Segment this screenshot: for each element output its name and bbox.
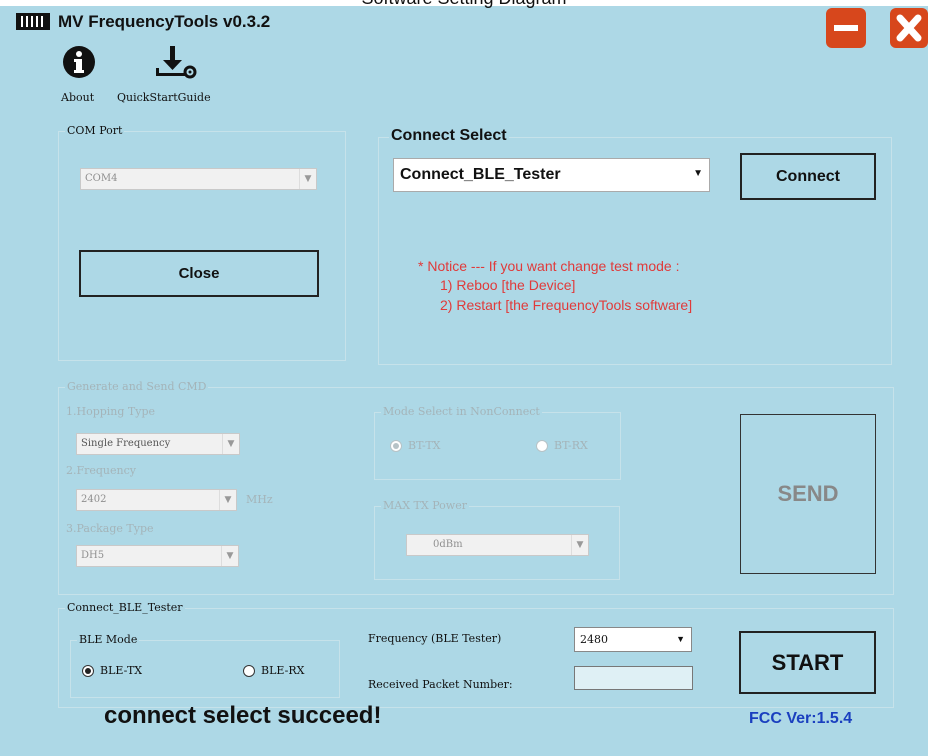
frequency-select[interactable]: 2402 ▼ — [76, 489, 237, 511]
bt-rx-radio[interactable]: BT-RX — [536, 439, 588, 452]
chevron-down-icon: ▼ — [693, 168, 703, 179]
com-port-group-label: COM Port — [65, 124, 125, 137]
minimize-icon — [834, 25, 858, 31]
ble-frequency-value: 2480 — [580, 633, 608, 646]
bt-tx-label: BT-TX — [408, 439, 441, 452]
radio-dot — [243, 664, 255, 677]
ble-tester-group-label: Connect_BLE_Tester — [65, 601, 185, 614]
ble-rx-label: BLE-RX — [261, 664, 305, 677]
package-type-select[interactable]: DH5 ▼ — [76, 545, 239, 567]
package-type-value: DH5 — [81, 550, 105, 561]
notice-line-1: * Notice --- If you want change test mod… — [418, 258, 680, 274]
frequency-unit: MHz — [246, 493, 273, 506]
connect-select-group-label: Connect Select — [389, 127, 509, 145]
radio-dot — [536, 439, 548, 452]
notice-line-2: 1) Reboo [the Device] — [440, 277, 576, 293]
chevron-down-icon: ▼ — [299, 169, 316, 189]
chevron-down-icon: ▼ — [221, 546, 238, 566]
chevron-down-icon: ▼ — [219, 490, 236, 510]
figure-caption: Software Setting Diagram — [0, 0, 928, 9]
received-packet-field[interactable] — [574, 666, 693, 690]
close-window-button[interactable] — [890, 8, 928, 48]
minimize-button[interactable] — [826, 8, 866, 48]
chevron-down-icon: ▼ — [571, 535, 588, 555]
package-type-label: 3.Package Type — [66, 522, 154, 535]
window-title: MV FrequencyTools v0.3.2 — [58, 12, 271, 31]
hopping-type-value: Single Frequency — [81, 438, 171, 449]
notice-line-3: 2) Restart [the FrequencyTools software] — [440, 297, 693, 313]
radio-dot — [82, 664, 94, 677]
connect-mode-select[interactable]: Connect_BLE_Tester ▼ — [393, 158, 710, 192]
ble-rx-radio[interactable]: BLE-RX — [243, 664, 304, 677]
hopping-type-label: 1.Hopping Type — [66, 405, 156, 418]
max-tx-power-group-label: MAX TX Power — [381, 499, 469, 512]
ble-tx-label: BLE-TX — [100, 664, 143, 677]
com-port-group: COM Port — [58, 124, 346, 361]
connect-mode-value: Connect_BLE_Tester — [400, 166, 561, 183]
tx-power-select[interactable]: 0dBm ▼ — [406, 534, 589, 556]
chevron-down-icon: ▼ — [222, 434, 239, 454]
frequency-label: 2.Frequency — [66, 464, 136, 477]
bt-rx-label: BT-RX — [554, 439, 588, 452]
hopping-type-select[interactable]: Single Frequency ▼ — [76, 433, 240, 455]
ble-tx-radio[interactable]: BLE-TX — [82, 664, 142, 677]
close-port-button[interactable]: Close — [79, 250, 319, 297]
send-button[interactable]: SEND — [740, 414, 876, 574]
about-button[interactable] — [62, 44, 96, 80]
ble-frequency-select[interactable]: 2480 ▼ — [574, 627, 692, 652]
app-window: MV FrequencyTools v0.3.2 About QuickStar… — [0, 6, 928, 756]
close-icon — [896, 14, 922, 42]
app-logo-icon — [16, 13, 50, 30]
ble-frequency-label: Frequency (BLE Tester) — [368, 632, 502, 645]
download-settings-icon — [156, 46, 197, 79]
received-packet-label: Received Packet Number: — [368, 678, 513, 691]
com-port-select[interactable]: COM4 ▼ — [80, 168, 317, 190]
quickstart-button[interactable] — [150, 44, 200, 82]
connect-button[interactable]: Connect — [740, 153, 876, 200]
fcc-version: FCC Ver:1.5.4 — [749, 710, 853, 727]
status-message: connect select succeed! — [104, 702, 382, 729]
generate-group-label: Generate and Send CMD — [65, 380, 209, 393]
chevron-down-icon: ▼ — [676, 634, 685, 644]
tx-power-value: 0dBm — [433, 539, 463, 550]
bt-tx-radio[interactable]: BT-TX — [390, 439, 441, 452]
start-button[interactable]: START — [739, 631, 876, 694]
radio-dot — [390, 439, 402, 452]
info-icon — [63, 46, 95, 78]
com-port-value: COM4 — [85, 173, 118, 184]
frequency-value: 2402 — [81, 494, 107, 505]
ble-mode-group-label: BLE Mode — [77, 633, 140, 646]
mode-select-group-label: Mode Select in NonConnect — [381, 405, 542, 418]
quickstart-label: QuickStartGuide — [117, 91, 211, 104]
about-label: About — [61, 91, 95, 104]
